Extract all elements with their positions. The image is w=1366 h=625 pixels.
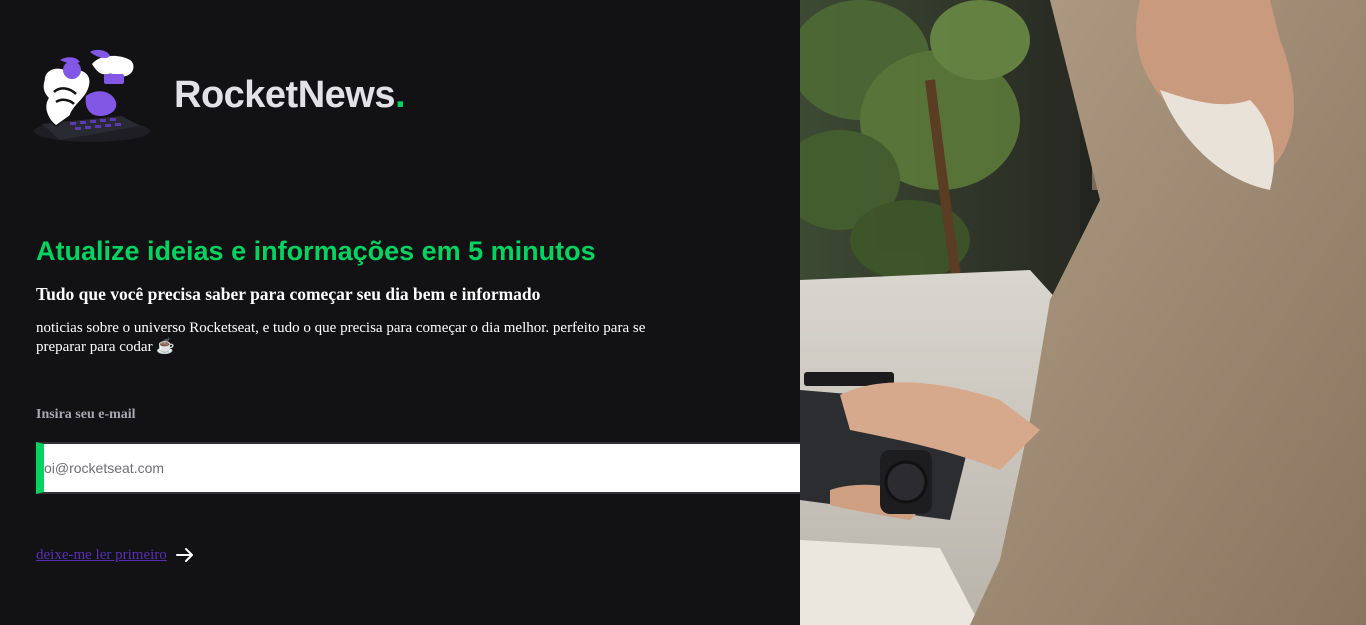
brand-name: RocketNews.: [174, 74, 406, 117]
page-subheadline: Tudo que você precisa saber para começar…: [36, 284, 541, 304]
email-label: Insira seu e-mail: [36, 407, 136, 422]
read-first-link[interactable]: deixe-me ler primeiro: [36, 547, 167, 564]
page-description: noticias sobre o universo Rocketseat, e …: [36, 320, 646, 355]
brand-text: RocketNews: [174, 74, 395, 116]
email-input-wrapper: [36, 442, 844, 494]
hero-photo: [800, 0, 1366, 625]
arrow-right-icon[interactable]: [175, 545, 195, 565]
email-input[interactable]: [44, 444, 842, 492]
read-first-link-row[interactable]: deixe-me ler primeiro: [36, 545, 195, 565]
content-panel: RocketNews. Atualize ideias e informaçõe…: [0, 0, 895, 625]
page-headline: Atualize ideias e informações em 5 minut…: [36, 236, 596, 266]
logo-illustration: [34, 49, 150, 142]
brand-dot: .: [394, 74, 406, 116]
